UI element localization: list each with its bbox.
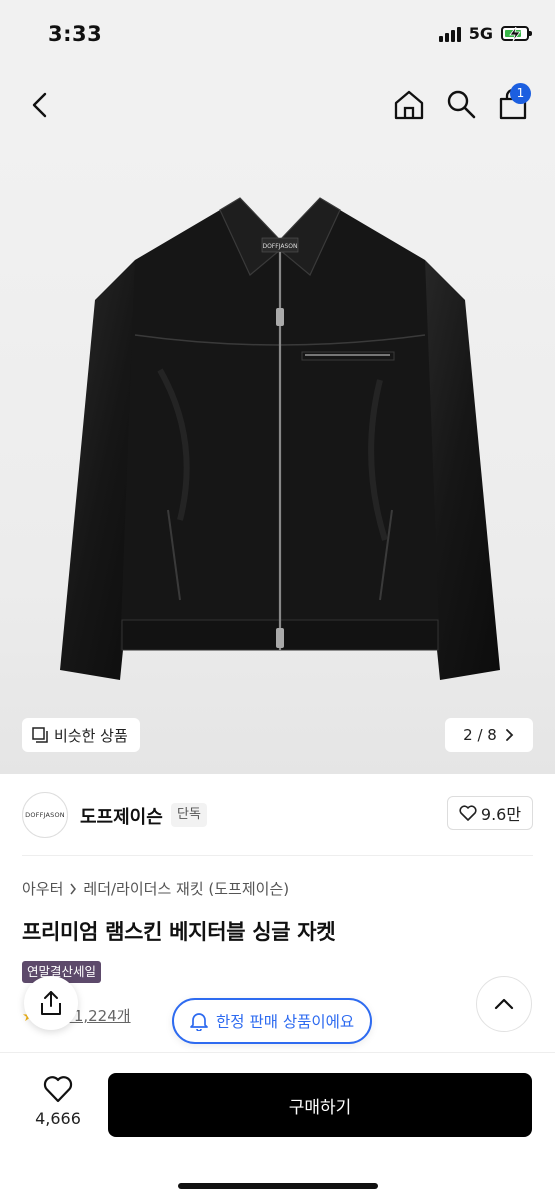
breadcrumb: 아우터 레더/라이더스 재킷 (도프제이슨) bbox=[22, 878, 289, 899]
status-time: 3:33 bbox=[48, 22, 103, 46]
similar-products-label: 비슷한 상품 bbox=[54, 726, 128, 745]
wishlist-button[interactable]: 4,666 bbox=[30, 1075, 86, 1128]
brand-row: DOFFJASON 도프제이슨 단독 9.6만 bbox=[0, 790, 555, 842]
product-gallery[interactable]: DOFFJASON 비슷한 상품 2 / 8 bbox=[0, 140, 555, 774]
share-icon bbox=[41, 991, 61, 1015]
limited-sale-label: 한정 판매 상품이에요 bbox=[216, 1013, 355, 1031]
bell-icon bbox=[190, 1013, 208, 1031]
brand-like-count: 9.6만 bbox=[480, 805, 522, 824]
brand-like-button[interactable]: 9.6만 bbox=[447, 796, 533, 830]
search-icon[interactable] bbox=[445, 88, 477, 120]
similar-products-button[interactable]: 비슷한 상품 bbox=[22, 718, 140, 752]
scroll-top-button[interactable] bbox=[476, 976, 532, 1032]
exclusive-tag: 단독 bbox=[171, 803, 207, 827]
wishlist-count: 4,666 bbox=[35, 1109, 81, 1128]
chevron-up-icon bbox=[494, 998, 514, 1010]
cart-badge: 1 bbox=[510, 83, 531, 104]
image-pager[interactable]: 2 / 8 bbox=[445, 718, 533, 752]
bottom-bar: 4,666 구매하기 bbox=[0, 1052, 555, 1200]
chevron-right-icon bbox=[505, 729, 514, 741]
divider bbox=[22, 855, 533, 856]
chevron-right-icon bbox=[70, 883, 77, 894]
jacket-label: DOFFJASON bbox=[262, 243, 297, 250]
signal-icon bbox=[438, 26, 461, 42]
heart-icon bbox=[43, 1076, 73, 1103]
breadcrumb-item[interactable]: 레더/라이더스 재킷 (도프제이슨) bbox=[83, 878, 289, 899]
top-nav: 1 bbox=[0, 70, 555, 140]
product-image: DOFFJASON bbox=[60, 197, 500, 680]
heart-icon bbox=[459, 805, 477, 821]
battery-icon bbox=[501, 26, 532, 41]
home-icon[interactable] bbox=[392, 88, 426, 122]
status-bar: 3:33 5G bbox=[0, 0, 555, 70]
network-type: 5G bbox=[468, 24, 493, 43]
product-title: 프리미엄 램스킨 베지터블 싱글 자켓 bbox=[22, 920, 336, 944]
limited-sale-notice[interactable]: 한정 판매 상품이에요 bbox=[172, 998, 373, 1044]
brand-name[interactable]: 도프제이슨 bbox=[80, 803, 163, 829]
pager-text: 2 / 8 bbox=[463, 726, 497, 744]
buy-button[interactable]: 구매하기 bbox=[108, 1073, 532, 1137]
back-arrow-icon[interactable] bbox=[26, 90, 56, 120]
status-icons: 5G bbox=[438, 24, 532, 43]
home-indicator bbox=[178, 1183, 378, 1189]
similar-icon bbox=[32, 727, 48, 743]
share-button[interactable] bbox=[24, 976, 78, 1030]
brand-logo[interactable]: DOFFJASON bbox=[22, 792, 68, 838]
breadcrumb-item[interactable]: 아우터 bbox=[22, 878, 63, 899]
